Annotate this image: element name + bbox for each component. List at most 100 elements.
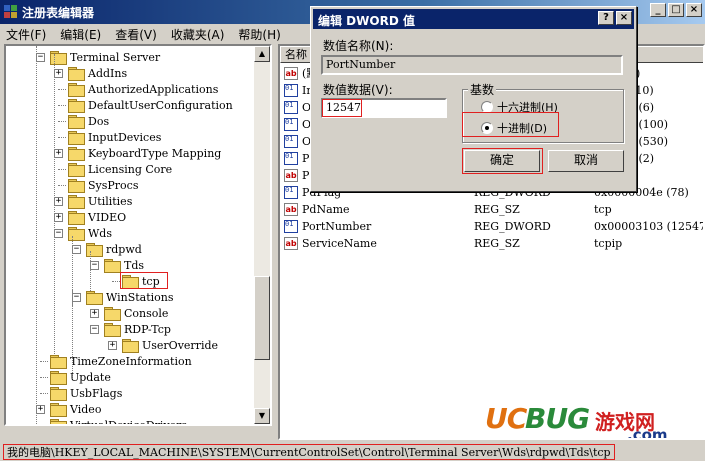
- menu-favorites[interactable]: 收藏夹(A): [171, 26, 225, 43]
- binary-value-icon: 01 10: [284, 101, 298, 114]
- tree-node[interactable]: DefaultUserConfiguration: [68, 97, 233, 113]
- tree-node[interactable]: Terminal Server: [50, 49, 160, 65]
- scroll-thumb[interactable]: [254, 276, 270, 360]
- tree-scrollbar[interactable]: ▲ ▼: [254, 46, 270, 424]
- string-value-icon: ab: [284, 169, 298, 182]
- tree-node[interactable]: WinStations: [86, 289, 174, 305]
- folder-icon: [50, 402, 67, 417]
- tree-node[interactable]: UserOverride: [122, 337, 218, 353]
- tree-node[interactable]: VirtualDeviceDrivers: [50, 417, 187, 424]
- tree-node-label: Update: [70, 370, 111, 384]
- tree-node[interactable]: Utilities: [68, 193, 132, 209]
- tree-expander[interactable]: −: [54, 229, 63, 238]
- tree-expander[interactable]: −: [90, 325, 99, 334]
- registry-tree[interactable]: − Terminal Server + AddIns AuthorizedApplica…: [4, 44, 272, 426]
- tree-node[interactable]: InputDevices: [68, 129, 161, 145]
- folder-icon: [68, 66, 85, 81]
- maximize-button[interactable]: □: [668, 3, 684, 17]
- menu-help[interactable]: 帮助(H): [238, 26, 280, 43]
- binary-value-icon: 01 10: [284, 152, 298, 165]
- folder-icon: [50, 386, 67, 401]
- value-name: PortNumber: [302, 220, 372, 233]
- tree-node-label: Console: [124, 306, 169, 320]
- dialog-close-button[interactable]: ×: [616, 11, 632, 25]
- tree-node-label: Video: [70, 402, 102, 416]
- tree-node[interactable]: AuthorizedApplications: [68, 81, 218, 97]
- list-row[interactable]: ab ServiceName REG_SZ tcpip: [284, 235, 703, 252]
- tree-node-label: AuthorizedApplications: [88, 82, 219, 96]
- folder-icon: [86, 290, 103, 305]
- tree-node-label: Tds: [124, 258, 145, 272]
- folder-icon: [86, 242, 103, 257]
- tree-node[interactable]: Console: [104, 305, 168, 321]
- decimal-highlight: [462, 112, 559, 137]
- menu-edit[interactable]: 编辑(E): [60, 26, 101, 43]
- tree-expander[interactable]: +: [54, 197, 63, 206]
- tree-node-label: KeyboardType Mapping: [88, 146, 222, 160]
- value-name: ServiceName: [302, 237, 377, 250]
- tree-node[interactable]: UsbFlags: [50, 385, 122, 401]
- value-data: tcp: [594, 203, 612, 216]
- tree-node[interactable]: AddIns: [68, 65, 127, 81]
- tree-expander[interactable]: +: [90, 309, 99, 318]
- menu-view[interactable]: 查看(V): [115, 26, 157, 43]
- folder-icon: [104, 322, 121, 337]
- list-row[interactable]: 01 10 PortNumber REG_DWORD 0x00003103 (1254…: [284, 218, 703, 235]
- binary-value-icon: 01 10: [284, 135, 298, 148]
- tree-node[interactable]: rdpwd: [86, 241, 142, 257]
- folder-icon: [122, 338, 139, 353]
- tree-node-label: WinStations: [106, 290, 174, 304]
- tree-expander[interactable]: +: [54, 213, 63, 222]
- folder-icon: [68, 114, 85, 129]
- menu-file[interactable]: 文件(F): [6, 26, 46, 43]
- tree-node[interactable]: KeyboardType Mapping: [68, 145, 221, 161]
- tree-expander[interactable]: −: [72, 293, 81, 302]
- tree-node[interactable]: SysProcs: [68, 177, 138, 193]
- scroll-down-button[interactable]: ▼: [254, 408, 270, 424]
- tree-node-label: Utilities: [88, 194, 133, 208]
- watermark-bug: BUG: [525, 402, 590, 435]
- folder-icon: [104, 306, 121, 321]
- status-bar: 我的电脑\HKEY_LOCAL_MACHINE\SYSTEM\CurrentCo…: [0, 442, 705, 461]
- tree-expander[interactable]: +: [36, 405, 45, 414]
- value-data-highlight: [322, 99, 362, 117]
- tree-expander[interactable]: +: [54, 149, 63, 158]
- value-type: REG_DWORD: [474, 220, 551, 233]
- tree-expander[interactable]: +: [108, 341, 117, 350]
- folder-icon: [50, 370, 67, 385]
- tree-node-label: SysProcs: [88, 178, 139, 192]
- folder-icon: [68, 130, 85, 145]
- tree-node[interactable]: Licensing Core: [68, 161, 172, 177]
- folder-icon: [104, 258, 121, 273]
- binary-value-icon: 01 10: [284, 220, 298, 233]
- tree-node[interactable]: Tds: [104, 257, 144, 273]
- registry-editor-icon: [4, 5, 17, 18]
- binary-value-icon: 01 10: [284, 118, 298, 131]
- tree-node-label: Licensing Core: [88, 162, 173, 176]
- tree-node-label: UserOverride: [142, 338, 219, 352]
- watermark: UC BUG 游戏网 .com: [485, 402, 700, 438]
- tree-expander[interactable]: −: [90, 261, 99, 270]
- tree-node-label: UsbFlags: [70, 386, 123, 400]
- dialog-help-button[interactable]: ?: [598, 11, 614, 25]
- tree-expander[interactable]: −: [72, 245, 81, 254]
- string-value-icon: ab: [284, 67, 298, 80]
- dialog-title: 编辑 DWORD 值: [318, 14, 415, 28]
- folder-icon: [68, 162, 85, 177]
- tree-node[interactable]: Wds: [68, 225, 112, 241]
- tree-node[interactable]: RDP-Tcp: [104, 321, 171, 337]
- scroll-up-button[interactable]: ▲: [254, 46, 270, 62]
- tree-node[interactable]: Update: [50, 369, 111, 385]
- close-button[interactable]: ×: [686, 3, 702, 17]
- status-path: 我的电脑\HKEY_LOCAL_MACHINE\SYSTEM\CurrentCo…: [3, 444, 615, 460]
- tree-expander[interactable]: −: [36, 53, 45, 62]
- list-row[interactable]: ab PdName REG_SZ tcp: [284, 201, 703, 218]
- value-type: REG_SZ: [474, 237, 520, 250]
- tree-node[interactable]: VIDEO: [68, 209, 126, 225]
- tree-expander[interactable]: +: [54, 69, 63, 78]
- tree-node[interactable]: Video: [50, 401, 101, 417]
- tree-node[interactable]: Dos: [68, 113, 109, 129]
- binary-value-icon: 01 10: [284, 186, 298, 199]
- minimize-button[interactable]: _: [650, 3, 666, 17]
- cancel-button[interactable]: 取消: [548, 150, 624, 172]
